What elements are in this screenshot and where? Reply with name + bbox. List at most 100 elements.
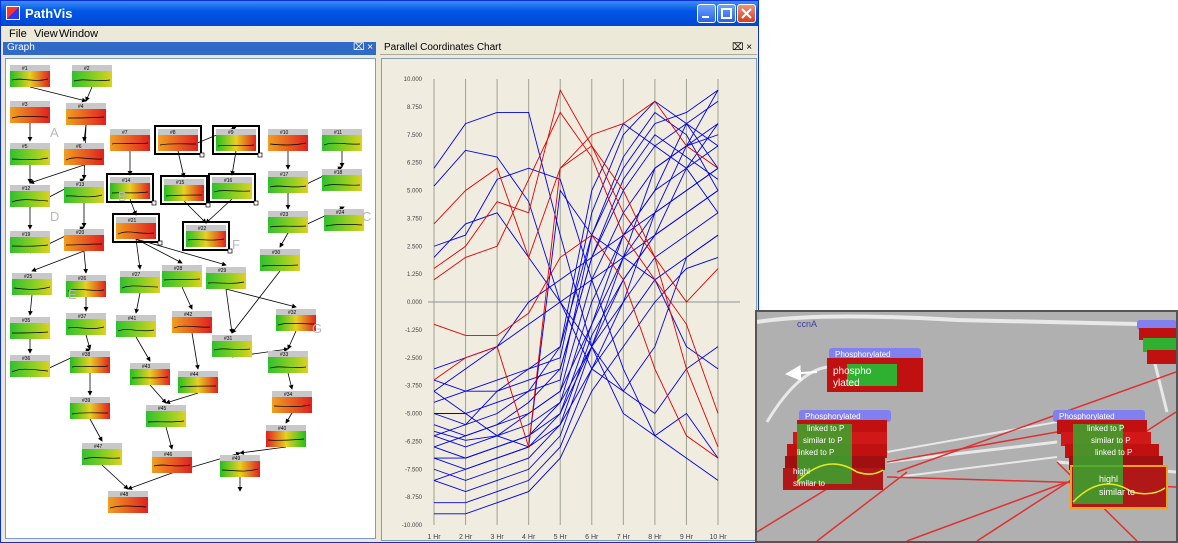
parallel-coordinates-plot[interactable]: 1 Hr 2 Hr 3 Hr 4 Hr 5 Hr 6 Hr 7 Hr 8 Hr 9 Hr 10 H… [382,59,756,540]
pc-series-line[interactable] [434,256,719,515]
graph-panel-header[interactable]: Graph ⌧ × [3,42,376,55]
graph-node[interactable]: #32 [276,309,316,331]
graph-edge [29,86,87,103]
graph-node[interactable]: #34 [272,391,312,413]
chart-panel-pin-close[interactable]: ⌧ × [732,42,752,53]
pc-y-tick: -8.750 [405,495,423,501]
pc-y-tick: 5.000 [407,189,423,195]
chart-panel-header[interactable]: Parallel Coordinates Chart ⌧ × [380,42,757,55]
graph-node-label: #23 [280,212,289,218]
graph-panel-pin-close[interactable]: ⌧ × [353,42,373,53]
graph-node[interactable]: #18 [322,169,362,191]
graph-node[interactable]: #3 [10,101,50,123]
graph-node[interactable]: #22 [182,221,233,254]
graph-node-label: #29 [218,268,227,274]
menu-view[interactable]: View [34,28,58,40]
graph-node-label: #49 [232,456,241,462]
graph-node-label: #3 [22,102,28,108]
graph-node[interactable]: #14 [106,173,157,206]
graph-node[interactable]: #30 [260,249,300,271]
minimize-icon [702,16,709,18]
close-icon [741,8,752,19]
maximize-button[interactable] [717,4,736,23]
graph-node-label: #28 [174,266,183,272]
graph-region-label: A [50,125,59,140]
title-bar[interactable]: PathVis [1,1,758,26]
graph-node[interactable]: #20 [64,229,104,251]
graph-node-label: #1 [22,66,28,72]
zoom-node-1-line2: ylated [833,378,860,389]
graph-region-label: G [312,321,322,336]
graph-node[interactable]: #11 [322,129,362,151]
graph-node[interactable]: #9 [212,125,263,158]
close-button[interactable] [737,4,756,23]
pc-y-tick: 10.000 [404,77,423,83]
pc-axis-label: 6 Hr [585,534,599,540]
graph-node-label: #36 [22,356,31,362]
menu-file[interactable]: File [9,28,27,40]
graph-node-label: #9 [228,130,234,136]
graph-node[interactable]: #35 [10,317,50,339]
graph-node[interactable]: #46 [152,451,192,473]
graph-node[interactable]: #12 [10,185,50,207]
graph-node[interactable]: #44 [178,371,218,393]
graph-node[interactable]: #37 [66,313,106,335]
graph-node[interactable]: #21 [112,213,163,246]
graph-node[interactable]: #33 [268,351,308,373]
graph-node[interactable]: #17 [268,171,308,193]
parallel-coordinates-chart[interactable]: 1 Hr 2 Hr 3 Hr 4 Hr 5 Hr 6 Hr 7 Hr 8 Hr 9 Hr 10 H… [381,58,757,541]
graph-node-label: #37 [78,314,87,320]
graph-region-label: E [68,287,77,302]
graph-node[interactable]: #27 [120,271,160,293]
graph-node[interactable]: #28 [162,265,202,287]
graph-node[interactable]: #38 [70,351,110,373]
graph-node[interactable]: #41 [116,315,156,337]
graph-node[interactable]: #47 [82,443,122,465]
menu-window[interactable]: Window [59,28,98,40]
zoom-node-1-line1: phospho [833,366,872,377]
zoom-node-2-line5: similar to [793,479,826,488]
graph-node[interactable]: #42 [172,311,212,333]
graph-node[interactable]: #25 [12,273,52,295]
pc-axis-label: 1 Hr [427,534,441,540]
graph-node[interactable]: #39 [70,397,110,419]
graph-node-label: #48 [120,492,129,498]
graph-node[interactable]: #23 [268,211,308,233]
pc-series-line[interactable] [433,100,719,259]
graph-edge [135,238,142,270]
graph-node[interactable]: #45 [146,405,186,427]
graph-node[interactable]: #5 [10,143,50,165]
graph-node[interactable]: #19 [10,231,50,253]
graph-node[interactable]: #49 [220,455,260,477]
graph-node[interactable]: #10 [268,129,308,151]
zoom-node-3-header: Phosphorylated [1059,412,1115,421]
pc-series-line[interactable] [433,122,719,403]
graph-node-label: #8 [170,130,176,136]
graph-node[interactable]: #4 [66,103,106,125]
graph-node[interactable]: #29 [206,267,246,289]
graph-node[interactable]: #36 [10,355,50,377]
graph-node[interactable]: #24 [324,209,364,231]
graph-node[interactable]: #7 [110,129,150,151]
pc-y-tick: -5.000 [405,412,423,418]
graph-node-label: #5 [22,144,28,150]
pc-axis-label: 3 Hr [490,534,504,540]
graph-canvas[interactable]: #1 #2 #3 #4 #5 #6 #7 #8 #9 #10 #11 #12 #13 #14 #15 #16 #… [5,58,376,539]
graph-node-label: #7 [122,130,128,136]
graph-node[interactable]: #43 [130,363,170,385]
minimize-button[interactable] [697,4,716,23]
graph-node[interactable]: #31 [212,335,252,357]
graph-node[interactable]: #40 [266,425,306,447]
graph-node[interactable]: #16 [208,173,259,206]
graph-node[interactable]: #8 [154,125,205,158]
pathway-graph[interactable]: #1 #2 #3 #4 #5 #6 #7 #8 #9 #10 #11 #12 #13 #14 #15 #16 #… [6,59,375,538]
pc-y-tick: 0.000 [407,300,423,306]
graph-node[interactable]: #6 [64,143,104,165]
graph-node[interactable]: #2 [72,65,112,87]
graph-node-label: #30 [272,250,281,256]
graph-node[interactable]: #48 [108,491,148,513]
graph-node[interactable]: #13 [64,181,104,203]
graph-node[interactable]: #1 [10,65,50,87]
zoom-node-2: Phosphorylated linked to P similar to P … [783,410,891,490]
graph-edge [165,426,174,450]
